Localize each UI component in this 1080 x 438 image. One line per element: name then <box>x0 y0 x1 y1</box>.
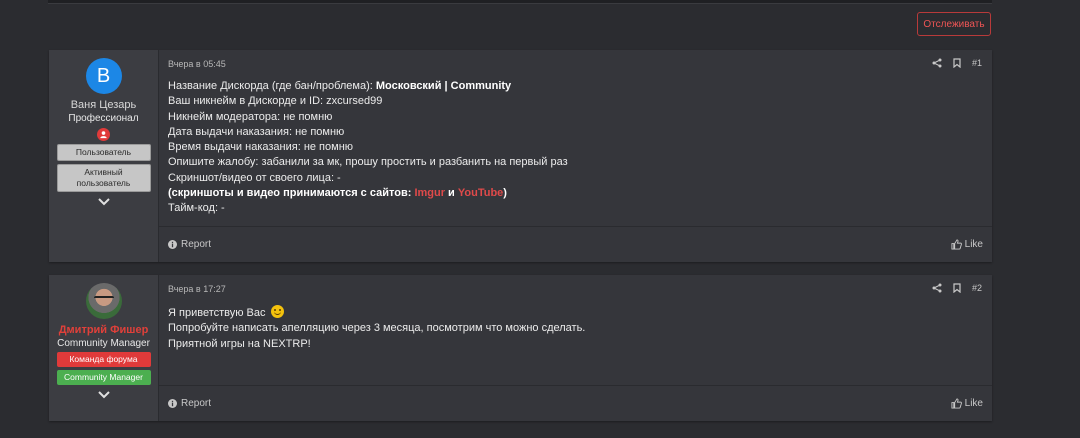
previous-section-edge <box>48 0 992 4</box>
user-badge: Активный пользователь <box>56 164 151 192</box>
rank-user-icon <box>97 128 110 141</box>
thumbs-up-icon <box>951 398 962 409</box>
info-icon <box>168 240 177 249</box>
post-2: Дмитрий Фишер Community Manager Команда … <box>49 275 992 421</box>
post-date[interactable]: Вчера в 17:27 <box>168 284 226 294</box>
chevron-down-icon[interactable] <box>97 198 110 206</box>
report-button[interactable]: Report <box>168 398 211 409</box>
like-button[interactable]: Like <box>951 239 983 250</box>
bookmark-icon[interactable] <box>952 58 962 68</box>
bookmark-icon[interactable] <box>952 283 962 293</box>
chevron-down-icon[interactable] <box>97 391 110 399</box>
smile-emoji-icon <box>270 305 284 318</box>
post-1: B Ваня Цезарь Профессионал Пользователь … <box>49 50 992 262</box>
message-line: Опишите жалобу: забанили за мк, прошу пр… <box>168 156 568 169</box>
post-actions: #2 <box>932 283 982 293</box>
youtube-link[interactable]: YouTube <box>458 187 503 199</box>
post-date[interactable]: Вчера в 05:45 <box>168 59 226 69</box>
message-line: Я приветствую Вас <box>168 305 585 321</box>
message-line: Никнейм модератора: не помню <box>168 110 333 123</box>
message-line: Тайм-код: - <box>168 202 225 215</box>
avatar[interactable]: B <box>85 58 122 94</box>
post-number[interactable]: #2 <box>972 283 982 293</box>
message-line: Скриншот/видео от своего лица: - <box>168 171 341 184</box>
user-title: Профессионал <box>68 113 139 124</box>
share-icon[interactable] <box>932 283 942 293</box>
message-line: Название Дискорда (где бан/проблема): Мо… <box>168 80 512 92</box>
like-button[interactable]: Like <box>951 398 983 409</box>
post-user-panel: B Ваня Цезарь Профессионал Пользователь … <box>49 50 159 262</box>
report-button[interactable]: Report <box>168 239 211 250</box>
message-line: (скриншоты и видео принимаются с сайтов:… <box>168 187 507 200</box>
post-user-panel: Дмитрий Фишер Community Manager Команда … <box>49 275 159 421</box>
message-line: Ваш никнейм в Дискорде и ID: zxcursed99 <box>168 95 383 108</box>
message-line: Время выдачи наказания: не помню <box>168 141 354 154</box>
post-message: Я приветствую Вас Попробуйте написать ап… <box>168 305 585 352</box>
post-content: Вчера в 05:45 #1 Название Дискорда (где … <box>159 50 992 262</box>
watch-thread-button[interactable]: Отслеживать <box>917 12 991 36</box>
thumbs-up-icon <box>951 239 962 250</box>
username[interactable]: Дмитрий Фишер <box>59 324 149 336</box>
user-title: Community Manager <box>57 338 150 349</box>
post-actions: #1 <box>932 58 982 68</box>
message-line: Попробуйте написать апелляцию через 3 ме… <box>168 322 586 335</box>
post-number[interactable]: #1 <box>972 58 982 68</box>
share-icon[interactable] <box>932 58 942 68</box>
imgur-link[interactable]: Imgur <box>414 187 445 199</box>
message-line: Дата выдачи наказания: не помню <box>168 125 345 138</box>
user-badge: Пользователь <box>56 144 151 161</box>
username[interactable]: Ваня Цезарь <box>71 99 137 111</box>
user-badge: Команда форума <box>56 352 151 367</box>
post-content: Вчера в 17:27 #2 Я приветствую Вас Попро… <box>159 275 992 421</box>
post-message: Название Дискорда (где бан/проблема): Мо… <box>168 79 568 217</box>
message-line: Приятной игры на NEXTRP! <box>168 337 311 350</box>
avatar[interactable] <box>85 283 122 319</box>
divider <box>159 226 992 227</box>
info-icon <box>168 399 177 408</box>
divider <box>159 385 992 386</box>
user-badge: Community Manager <box>56 370 151 385</box>
